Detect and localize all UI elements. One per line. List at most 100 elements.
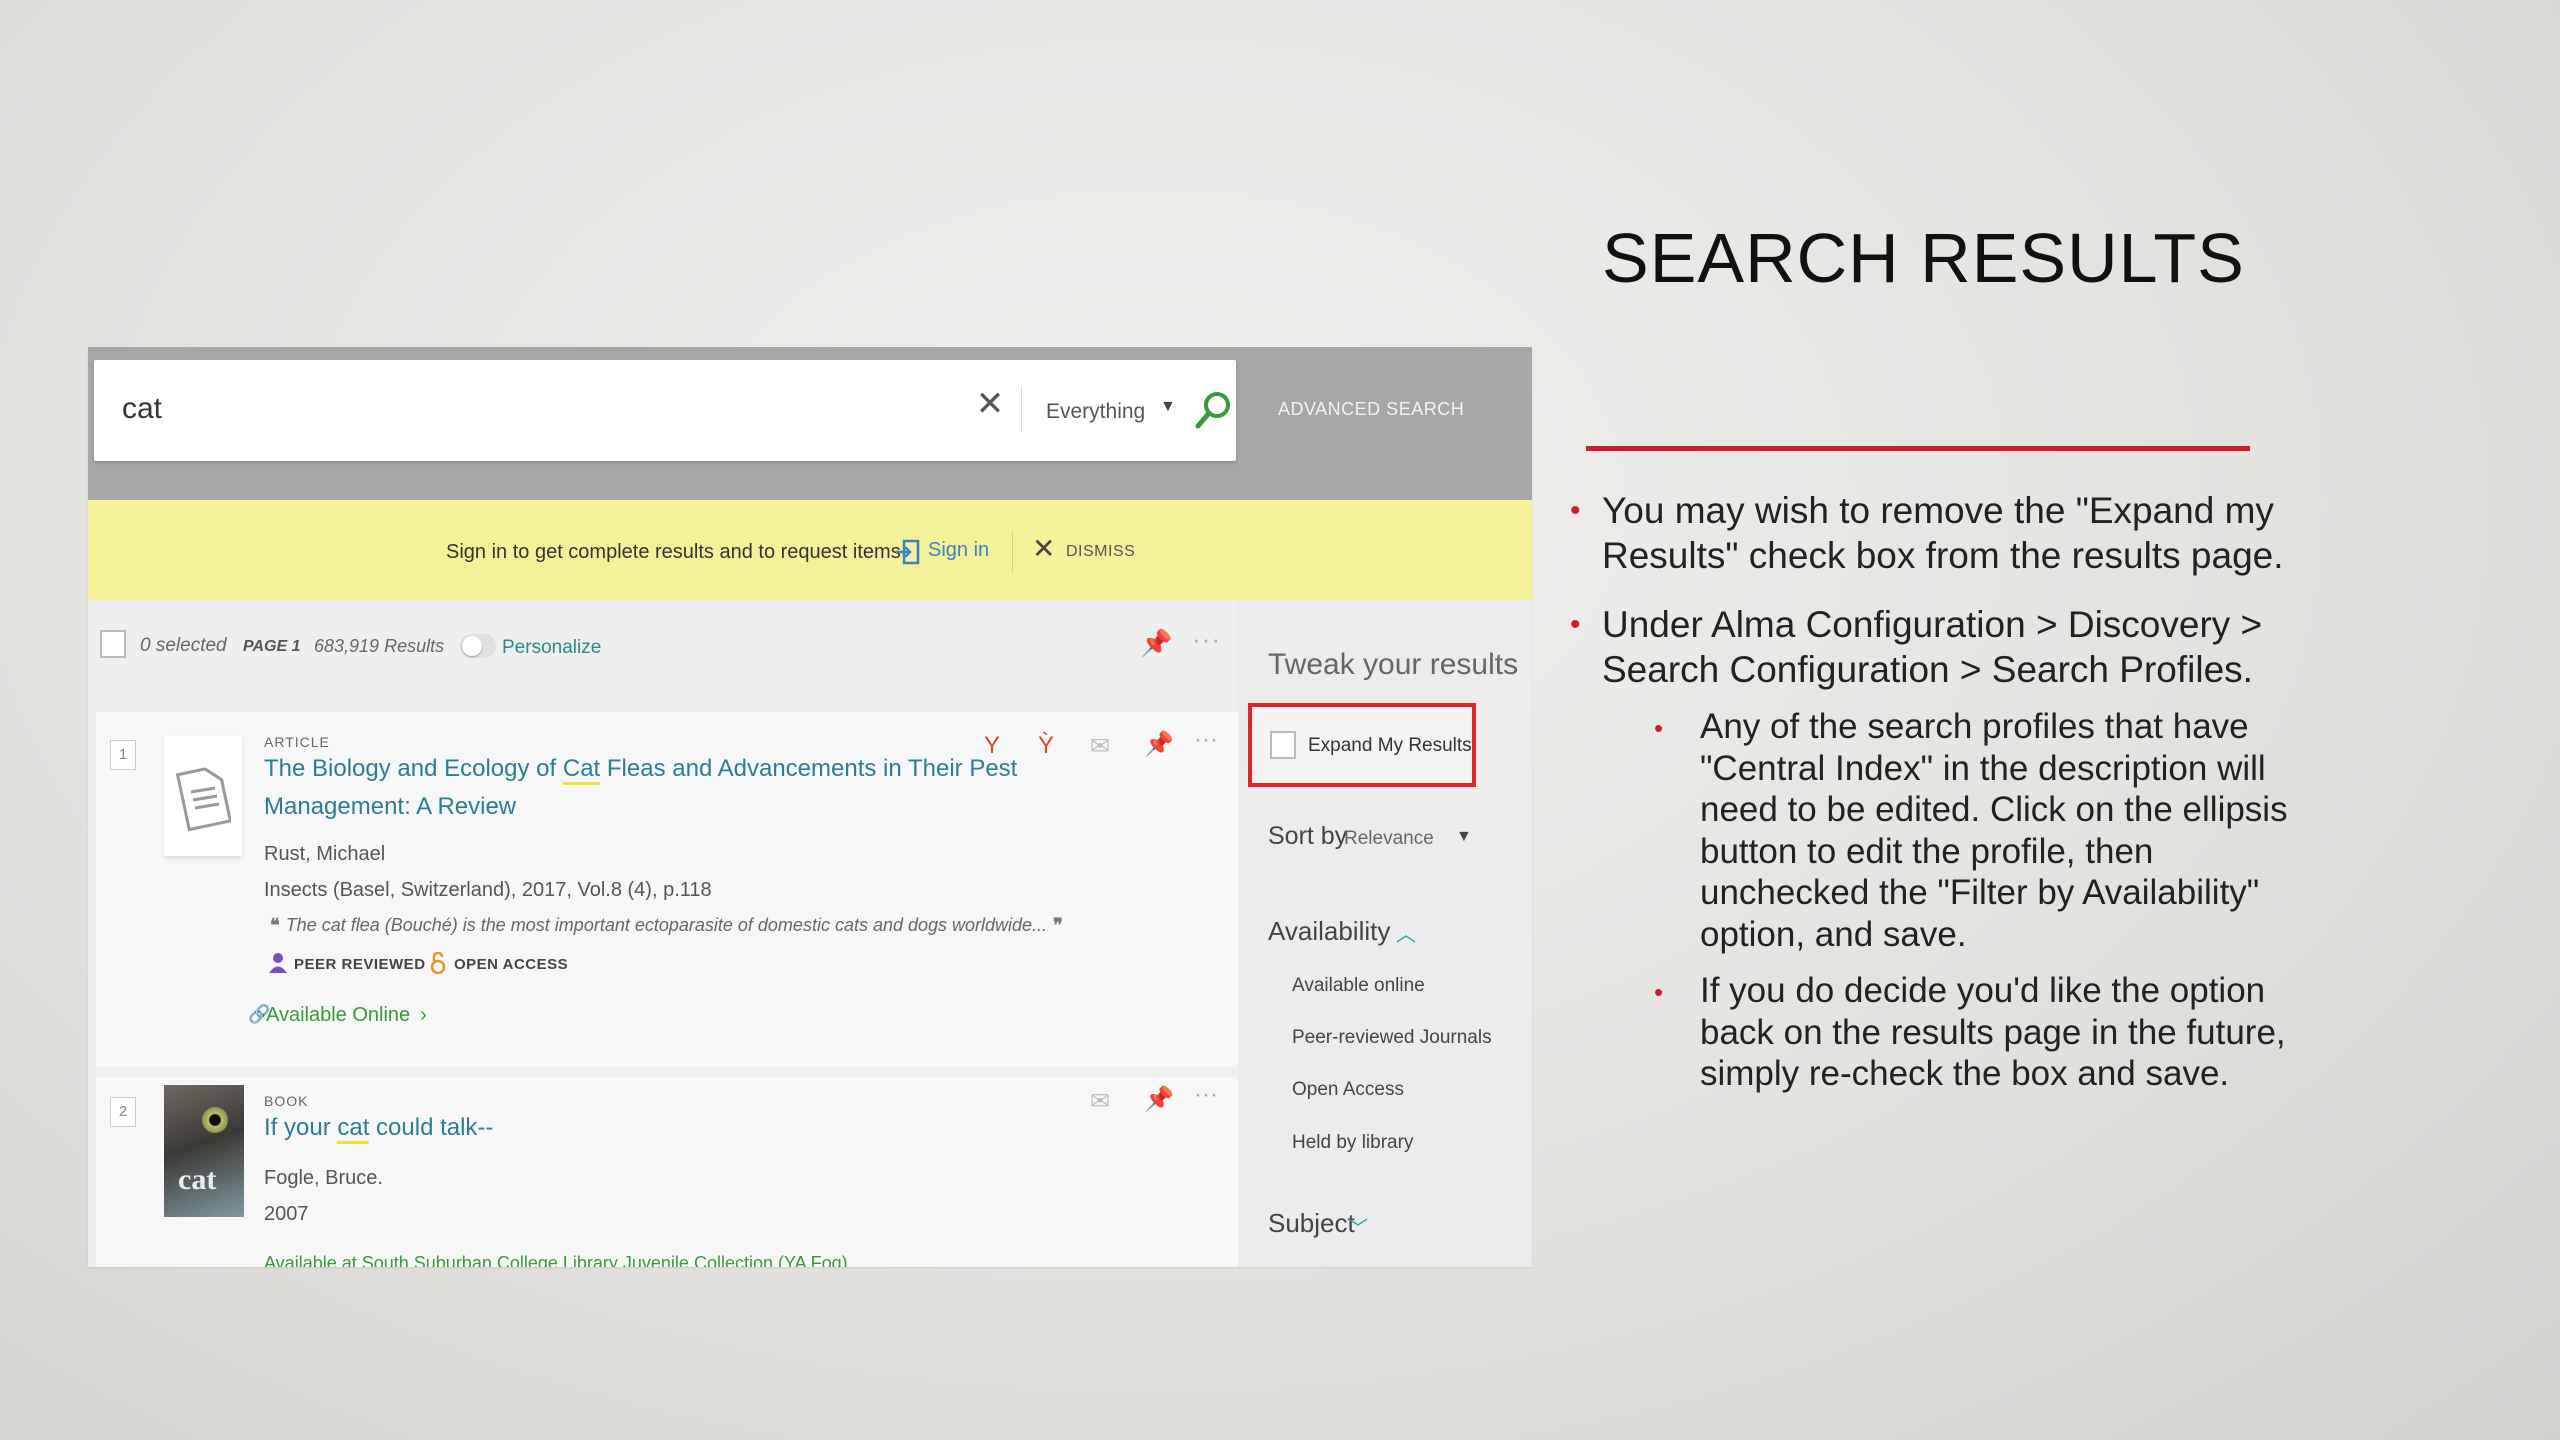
result-snippet: ❝ The cat flea (Bouché) is the most impor… bbox=[264, 915, 1069, 936]
bullet-dot: • bbox=[1654, 977, 1664, 1007]
availability-text[interactable]: Available Online bbox=[266, 1004, 410, 1026]
result-source: Insects (Basel, Switzerland), 2017, Vol.… bbox=[264, 879, 712, 901]
bullet-text: Results" check box from the results page… bbox=[1602, 535, 2284, 576]
peer-reviewed-icon bbox=[269, 953, 287, 973]
personalize-toggle[interactable] bbox=[460, 634, 496, 658]
bullet-dot: • bbox=[1570, 608, 1581, 641]
availability-link[interactable]: Available Online › bbox=[266, 1004, 427, 1027]
bullet-item: • Under Alma Configuration > Discovery >… bbox=[1570, 602, 2263, 692]
search-hit-highlight[interactable]: Cat bbox=[562, 755, 601, 785]
page-indicator: PAGE 1 bbox=[243, 638, 301, 655]
result-item[interactable]: 1 ARTICLE The Biology and Ecology of Cat… bbox=[96, 712, 1238, 1067]
bullet-text: button to edit the profile, then bbox=[1700, 831, 2154, 871]
close-icon[interactable]: ✕ bbox=[972, 386, 1008, 422]
expand-results-checkbox[interactable] bbox=[1270, 731, 1296, 759]
signin-banner: Sign in to get complete results and to r… bbox=[88, 500, 1532, 600]
divider bbox=[1012, 530, 1013, 574]
more-icon[interactable]: ··· bbox=[1192, 624, 1221, 655]
sub-bullet-item: • Any of the search profiles that have "… bbox=[1654, 706, 2288, 955]
search-input[interactable]: cat bbox=[122, 392, 162, 426]
pin-icon[interactable]: 📌 bbox=[1144, 730, 1174, 759]
cover-lettering: cat bbox=[178, 1163, 217, 1196]
search-bar-area: cat ✕ Everything ▼ ADVANCED SEARCH bbox=[88, 347, 1532, 500]
advanced-search-link[interactable]: ADVANCED SEARCH bbox=[1278, 399, 1464, 420]
chevron-down-icon[interactable]: ﹀ bbox=[1348, 1212, 1368, 1241]
book-cover: cat bbox=[164, 1085, 244, 1217]
select-all-checkbox[interactable] bbox=[100, 630, 126, 658]
title-text[interactable]: Fleas and Advancements in Their Pest bbox=[600, 755, 1017, 782]
snippet-text: The cat flea (Bouché) is the most import… bbox=[285, 915, 1048, 935]
bullet-text: "Central Index" in the description will bbox=[1700, 748, 2266, 788]
pin-icon[interactable]: 📌 bbox=[1140, 628, 1172, 659]
results-count: 683,919 Results bbox=[314, 636, 445, 656]
email-icon[interactable]: ✉ bbox=[1090, 732, 1110, 761]
result-date: 2007 bbox=[264, 1203, 309, 1225]
sign-in-icon[interactable] bbox=[894, 538, 922, 566]
title-text[interactable]: Management: A Review bbox=[264, 793, 516, 820]
bullet-text: need to be edited. Click on the ellipsis bbox=[1700, 790, 2288, 829]
sort-label: Sort by bbox=[1268, 822, 1348, 850]
chevron-down-icon[interactable]: ▼ bbox=[1160, 398, 1176, 416]
bullet-text: If you do decide you'd like the option bbox=[1700, 971, 2266, 1010]
close-icon[interactable]: ✕ bbox=[1032, 532, 1055, 565]
facet-item[interactable]: Available online bbox=[1292, 975, 1425, 997]
bullet-text: Under Alma Configuration > Discovery > bbox=[1602, 604, 2263, 645]
chevron-down-icon[interactable]: ▼ bbox=[1456, 828, 1472, 846]
bullet-dot: • bbox=[1654, 713, 1664, 743]
open-access-badge: OPEN ACCESS bbox=[454, 956, 569, 973]
scope-select[interactable]: Everything bbox=[1046, 400, 1145, 424]
result-item[interactable]: 2 cat BOOK If your cat could talk-- Fogl… bbox=[96, 1077, 1238, 1267]
bullet-text: simply re-check the box and save. bbox=[1700, 1054, 2230, 1093]
sign-in-link[interactable]: Sign in bbox=[928, 539, 989, 562]
chevron-right-icon[interactable]: › bbox=[420, 1004, 427, 1026]
facet-availability[interactable]: Availability bbox=[1268, 916, 1390, 947]
quote-close-icon: ❞ bbox=[1053, 915, 1063, 935]
email-icon[interactable]: ✉ bbox=[1090, 1087, 1110, 1116]
more-icon[interactable]: ··· bbox=[1194, 1081, 1218, 1109]
bullet-dot: • bbox=[1570, 494, 1581, 527]
more-icon[interactable]: ··· bbox=[1194, 726, 1218, 754]
divider bbox=[1021, 386, 1022, 432]
result-title[interactable]: If your cat could talk-- bbox=[264, 1109, 493, 1147]
quote-open-icon: ❝ bbox=[270, 915, 280, 935]
expand-results-label[interactable]: Expand My Results bbox=[1308, 735, 1472, 757]
resource-type: ARTICLE bbox=[264, 734, 330, 750]
result-author: Fogle, Bruce. bbox=[264, 1167, 383, 1189]
citation-icon[interactable]: Y bbox=[984, 732, 1000, 760]
facet-item[interactable]: Held by library bbox=[1292, 1132, 1413, 1154]
result-rank[interactable]: 2 bbox=[110, 1097, 136, 1127]
expand-results-highlight: Expand My Results bbox=[1248, 703, 1476, 787]
dismiss-button[interactable]: DISMISS bbox=[1066, 543, 1135, 561]
chevron-up-icon[interactable]: ︿ bbox=[1396, 918, 1416, 947]
result-author: Rust, Michael bbox=[264, 843, 386, 865]
search-box[interactable]: cat ✕ Everything ▼ bbox=[94, 360, 1236, 461]
result-title[interactable]: The Biology and Ecology of Cat Fleas and… bbox=[264, 750, 1017, 826]
result-rank[interactable]: 1 bbox=[110, 740, 136, 770]
facet-item[interactable]: Open Access bbox=[1292, 1079, 1404, 1101]
facet-item[interactable]: Peer-reviewed Journals bbox=[1292, 1027, 1492, 1049]
availability-link[interactable]: Available at South Suburban College Libr… bbox=[264, 1253, 848, 1267]
resource-type: BOOK bbox=[264, 1093, 309, 1109]
title-text[interactable]: If your bbox=[264, 1114, 337, 1141]
pin-icon[interactable]: 📌 bbox=[1144, 1085, 1174, 1114]
selected-count: 0 selected bbox=[140, 635, 227, 656]
search-icon[interactable] bbox=[1192, 388, 1236, 432]
personalize-label[interactable]: Personalize bbox=[502, 637, 601, 659]
cat-eye bbox=[202, 1107, 228, 1133]
banner-message: Sign in to get complete results and to r… bbox=[446, 541, 901, 563]
slide-title: SEARCH RESULTS bbox=[1602, 219, 2245, 297]
sub-bullet-item: • If you do decide you'd like the option… bbox=[1654, 970, 2286, 1095]
facet-sidebar: Tweak your results Expand My Results Sor… bbox=[1238, 600, 1532, 1267]
export-icon[interactable]: Ỳ bbox=[1038, 732, 1054, 760]
title-text[interactable]: could talk-- bbox=[369, 1114, 493, 1141]
search-hit-highlight[interactable]: cat bbox=[337, 1114, 370, 1144]
title-text[interactable]: The Biology and Ecology of bbox=[264, 755, 563, 782]
facet-subject[interactable]: Subject bbox=[1268, 1208, 1355, 1239]
results-toolbar: 0 selected PAGE 1 683,919 Results Person… bbox=[88, 600, 1238, 685]
open-access-icon bbox=[430, 952, 446, 974]
primo-screenshot: cat ✕ Everything ▼ ADVANCED SEARCH Sign … bbox=[88, 347, 1532, 1267]
bullet-text: back on the results page in the future, bbox=[1700, 1012, 2286, 1052]
peer-reviewed-badge: PEER REVIEWED bbox=[294, 956, 426, 973]
sort-select[interactable]: Relevance bbox=[1344, 828, 1434, 850]
document-icon bbox=[175, 767, 231, 832]
